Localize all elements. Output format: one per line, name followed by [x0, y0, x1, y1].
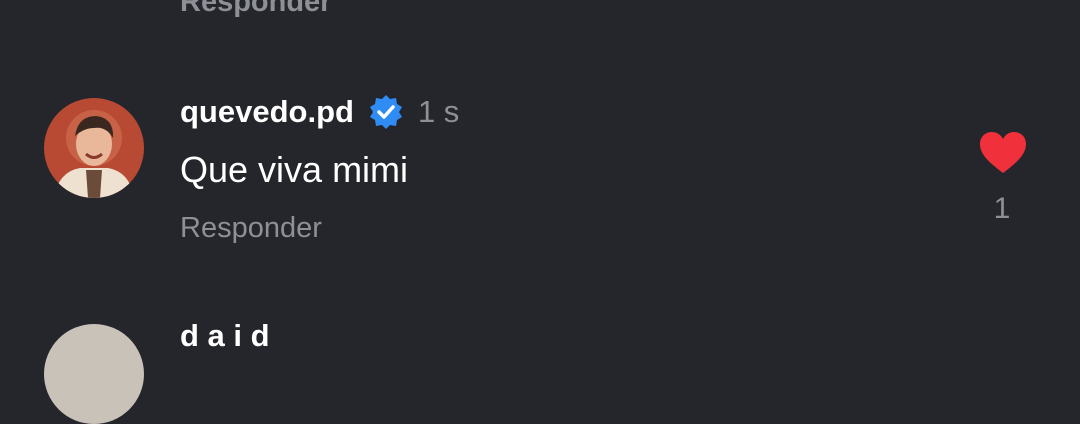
- next-avatar[interactable]: [44, 324, 144, 424]
- avatar[interactable]: [44, 98, 144, 198]
- like-count: 1: [993, 192, 1011, 225]
- comment-header: quevedo.pd 1 s: [180, 92, 459, 132]
- comment-text: Que viva mimi: [180, 149, 409, 190]
- username[interactable]: quevedo.pd: [180, 94, 354, 130]
- next-username[interactable]: d a i d: [180, 318, 270, 354]
- heart-filled-icon[interactable]: [978, 131, 1028, 175]
- reply-button[interactable]: Responder: [180, 212, 322, 245]
- timestamp: 1 s: [417, 94, 460, 129]
- profile-photo: [44, 98, 144, 198]
- previous-reply-button[interactable]: Responder: [180, 0, 331, 19]
- verified-badge-icon: [368, 94, 404, 130]
